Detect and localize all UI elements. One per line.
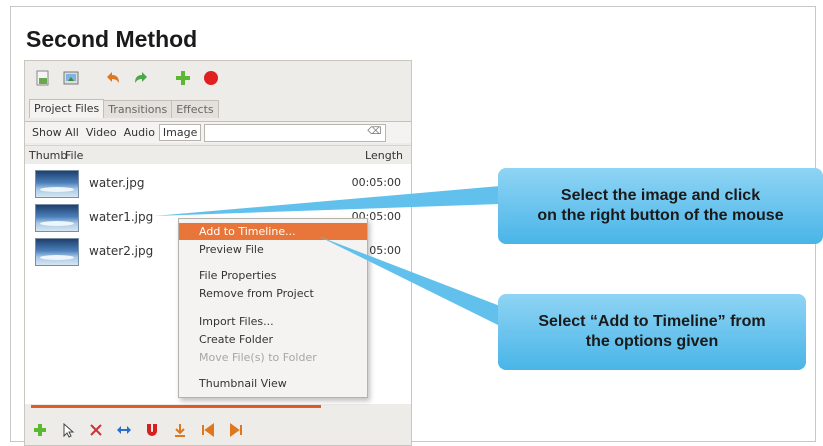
callout-2-line-1: Select “Add to Timeline” from — [538, 313, 766, 330]
callout-1-line-2: on the right button of the mouse — [537, 207, 784, 224]
callout-pointer-2 — [318, 236, 500, 326]
callout-1-line-1: Select the image and click — [560, 187, 761, 204]
callout-2-line-2: the options given — [585, 333, 719, 350]
callout-select-image: Select the image and click on the right … — [498, 168, 823, 244]
callout-add-to-timeline: Select “Add to Timeline” from the option… — [498, 294, 806, 370]
callout-pointer-1 — [154, 186, 500, 216]
